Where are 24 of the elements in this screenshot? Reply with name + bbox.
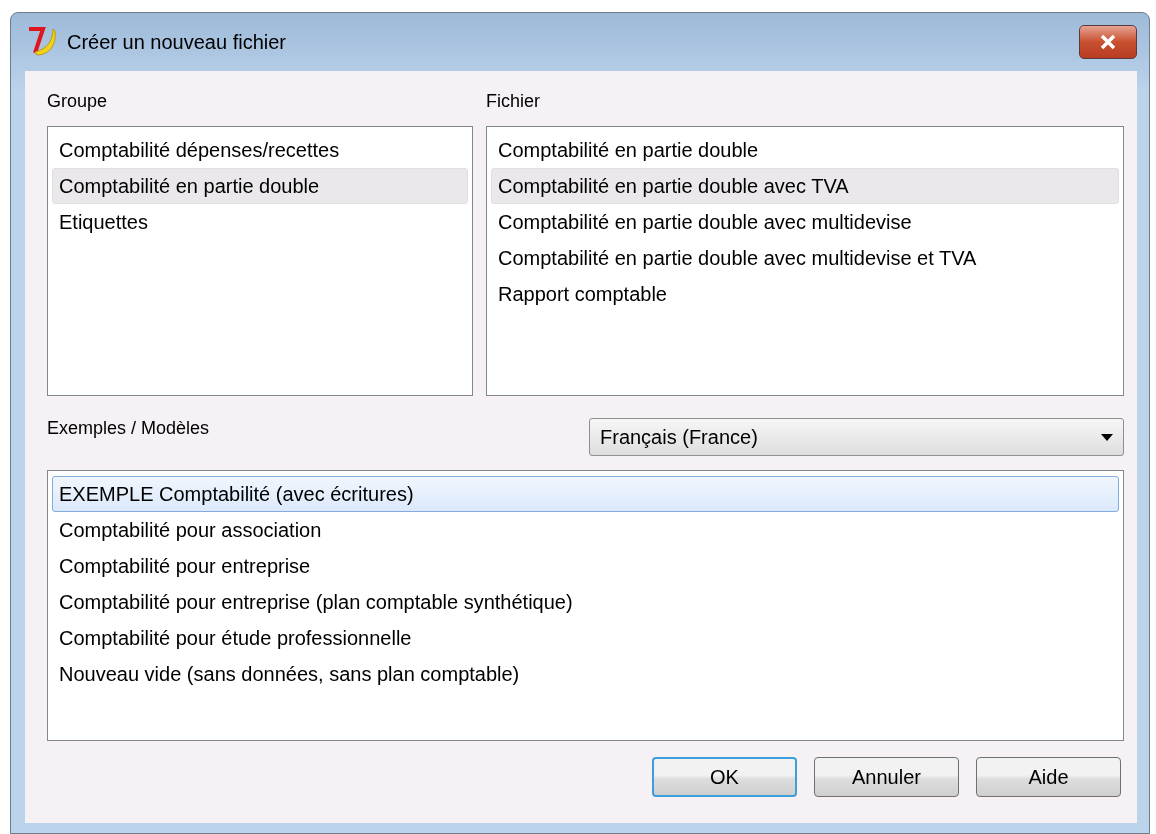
- file-item[interactable]: Comptabilité en partie double: [491, 132, 1119, 168]
- file-label: Fichier: [486, 91, 540, 112]
- file-item[interactable]: Comptabilité en partie double avec TVA: [491, 168, 1119, 204]
- group-item[interactable]: Etiquettes: [52, 204, 468, 240]
- dropdown-caret-icon: [1101, 433, 1113, 441]
- example-item[interactable]: EXEMPLE Comptabilité (avec écritures): [52, 476, 1119, 512]
- example-item[interactable]: Comptabilité pour entreprise: [52, 548, 1119, 584]
- example-item[interactable]: Comptabilité pour association: [52, 512, 1119, 548]
- group-item[interactable]: Comptabilité dépenses/recettes: [52, 132, 468, 168]
- group-label: Groupe: [47, 91, 108, 112]
- close-button[interactable]: [1079, 25, 1137, 59]
- file-item[interactable]: Comptabilité en partie double avec multidevise et TVA: [491, 240, 1119, 276]
- example-item[interactable]: Comptabilité pour entreprise (plan comptable synthétique): [52, 584, 1119, 620]
- file-item[interactable]: Comptabilité en partie double avec multidevise: [491, 204, 1119, 240]
- group-item[interactable]: Comptabilité en partie double: [52, 168, 468, 204]
- dialog-button[interactable]: Annuler: [814, 757, 959, 797]
- examples-label: Exemples / Modèles: [47, 418, 210, 439]
- dialog-button[interactable]: Aide: [976, 757, 1121, 797]
- example-item[interactable]: Comptabilité pour étude professionnelle: [52, 620, 1119, 656]
- language-dropdown[interactable]: Français (France): [589, 418, 1124, 456]
- file-item[interactable]: Rapport comptable: [491, 276, 1119, 312]
- example-item[interactable]: Nouveau vide (sans données, sans plan comptable): [52, 656, 1119, 692]
- window-title: Créer un nouveau fichier: [67, 30, 287, 54]
- dialog-button[interactable]: OK: [652, 757, 797, 797]
